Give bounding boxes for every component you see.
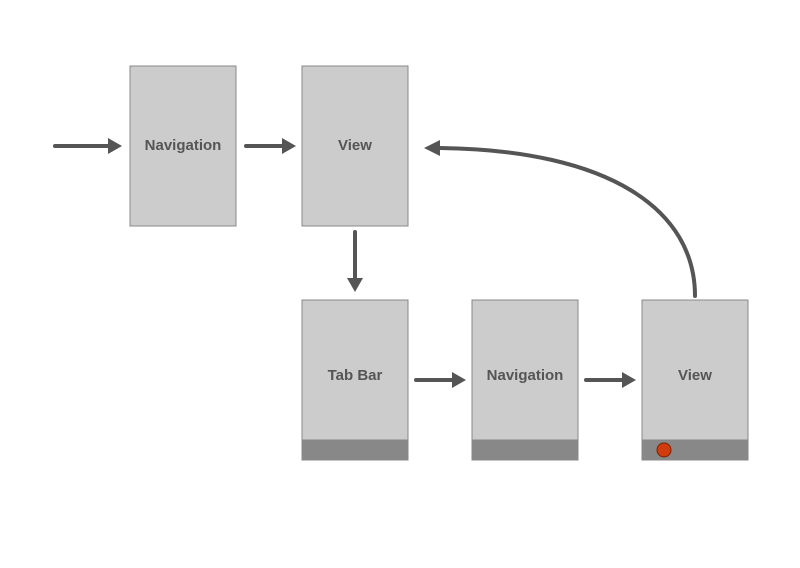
arrow-entry-to-navigation	[55, 138, 122, 154]
node-navigation-bottom-label: Navigation	[487, 367, 564, 384]
arrow-navigation-to-view-bottom	[586, 372, 636, 388]
node-view-bottom-label: View	[678, 367, 712, 384]
node-view-top-label: View	[338, 137, 372, 154]
node-view-bottom: View	[642, 300, 748, 460]
node-tab-bar-label: Tab Bar	[328, 367, 383, 384]
arrow-tabbar-to-navigation	[416, 372, 466, 388]
dot-icon	[657, 443, 671, 457]
arrow-view-to-tabbar	[347, 232, 363, 292]
arrow-navigation-to-view-top	[246, 138, 296, 154]
node-navigation-top: Navigation	[130, 66, 236, 226]
node-navigation-bottom: Navigation	[472, 300, 578, 460]
flow-diagram: Navigation View Tab Bar Navigation	[0, 0, 800, 568]
node-view-top: View	[302, 66, 408, 226]
node-tab-bar: Tab Bar	[302, 300, 408, 460]
arrow-view-bottom-to-view-top	[424, 140, 695, 296]
node-navigation-top-label: Navigation	[145, 137, 222, 154]
